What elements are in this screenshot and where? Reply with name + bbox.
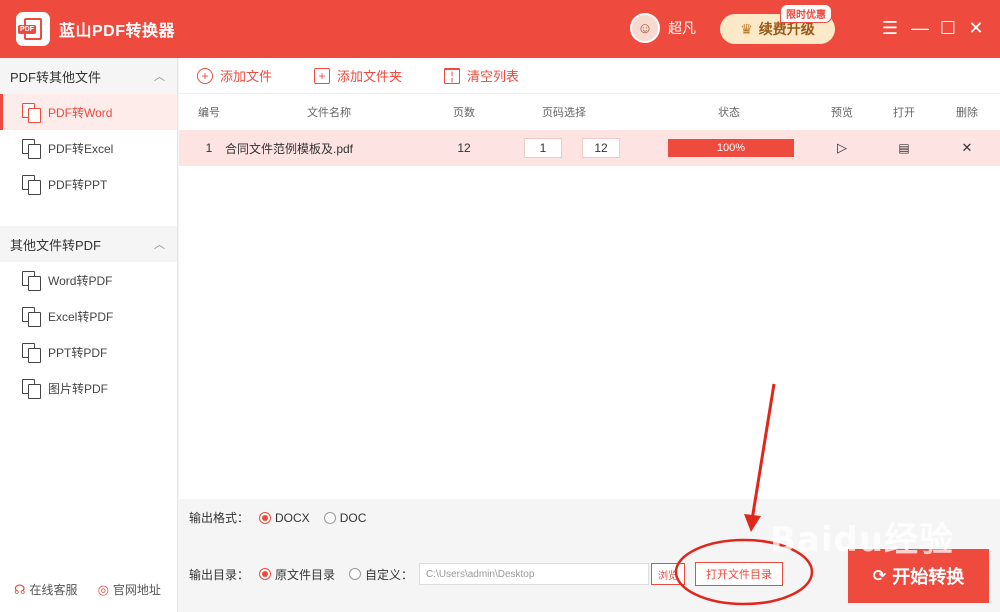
app-title: 蓝山PDF转换器 xyxy=(59,23,176,40)
website-link[interactable]: ◎ 官网地址 xyxy=(98,581,161,598)
output-dir-row: 输出目录： 原文件目录 自定义： 浏览 打开文件目录 xyxy=(189,562,784,586)
format-option-docx[interactable]: DOCX xyxy=(259,511,310,525)
close-icon[interactable]: ✕ xyxy=(966,18,986,38)
dir-option-original[interactable]: 原文件目录 xyxy=(259,566,335,583)
col-name: 文件名称 xyxy=(307,107,351,119)
add-folder-button[interactable]: + 添加文件夹 xyxy=(314,66,402,85)
col-no: 编号 xyxy=(198,107,220,119)
title-bar: PDF 蓝山PDF转换器 ☺ 超凡 ♛ 续费升级 限时优惠 ☰ — ☐ ✕ xyxy=(0,0,1000,58)
folder-plus-icon: + xyxy=(314,67,331,84)
row-pages: 12 xyxy=(457,141,471,155)
user-area[interactable]: ☺ 超凡 xyxy=(630,13,696,43)
sidebar-footer: ☊ 在线客服 ◎ 官网地址 xyxy=(14,581,161,598)
clear-list-button[interactable]: ¦ 清空列表 xyxy=(444,66,519,85)
table-header: 编号 文件名称 页数 页码选择 状态 预览 打开 删除 xyxy=(179,94,1000,130)
globe-icon: ◎ xyxy=(97,581,109,597)
output-dir-label: 输出目录： xyxy=(189,567,250,582)
delete-icon[interactable]: ✕ xyxy=(957,140,977,156)
col-pages: 页数 xyxy=(453,107,475,119)
promo-badge: 限时优惠 xyxy=(780,4,832,23)
progress-bar: 100% xyxy=(668,139,794,157)
dir-option-custom[interactable]: 自定义： xyxy=(349,566,413,583)
page-to-input[interactable]: 12 xyxy=(582,138,620,158)
convert-icon xyxy=(22,343,41,363)
sidebar-item-pdf-to-ppt[interactable]: PDF转PPT xyxy=(0,166,177,202)
app-logo-icon: PDF xyxy=(16,12,50,46)
file-table: 编号 文件名称 页数 页码选择 状态 预览 打开 删除 1 合同文件范例模板及.… xyxy=(179,94,1000,499)
plus-icon: + xyxy=(197,67,213,84)
progress-text: 100% xyxy=(716,142,746,154)
row-no: 1 xyxy=(205,141,213,155)
sidebar-item-excel-to-pdf[interactable]: Excel转PDF xyxy=(0,298,177,334)
sidebar-item-pdf-to-word[interactable]: PDF转Word xyxy=(0,94,177,130)
open-file-icon[interactable]: ▤ xyxy=(894,141,914,155)
refresh-icon: ⟳ xyxy=(872,568,887,585)
radio-icon xyxy=(259,511,272,524)
output-format-label: 输出格式： xyxy=(189,511,250,525)
page-from-input[interactable]: 1 xyxy=(524,138,562,158)
minimize-icon[interactable]: — xyxy=(910,18,930,38)
watermark: Baidu经验 xyxy=(770,520,955,560)
sidebar-item-image-to-pdf[interactable]: 图片转PDF xyxy=(0,370,177,406)
table-row[interactable]: 1 合同文件范例模板及.pdf 12 1 12 100% ▷ ▤ ✕ xyxy=(179,130,1000,166)
sidebar-item-word-to-pdf[interactable]: Word转PDF xyxy=(0,262,177,298)
convert-icon xyxy=(22,307,41,327)
username[interactable]: 超凡 xyxy=(668,18,696,38)
menu-icon[interactable]: ☰ xyxy=(880,18,900,38)
headset-icon: ☊ xyxy=(14,581,26,597)
chevron-up-icon: ︿ xyxy=(154,239,165,251)
sidebar-group-pdf-to-other[interactable]: PDF转其他文件 ︿ xyxy=(0,58,177,94)
radio-icon xyxy=(323,511,336,524)
col-status: 状态 xyxy=(718,107,740,119)
toolbar: + 添加文件 + 添加文件夹 ¦ 清空列表 xyxy=(179,58,1000,94)
chevron-up-icon: ︿ xyxy=(154,71,165,83)
convert-icon xyxy=(22,103,41,123)
play-icon[interactable]: ▷ xyxy=(832,140,852,156)
sidebar-group-other-to-pdf[interactable]: 其他文件转PDF ︿ xyxy=(0,226,177,262)
sidebar-item-ppt-to-pdf[interactable]: PPT转PDF xyxy=(0,334,177,370)
add-file-button[interactable]: + 添加文件 xyxy=(197,66,272,85)
convert-icon xyxy=(22,271,41,291)
convert-icon xyxy=(22,379,41,399)
convert-icon xyxy=(22,139,41,159)
radio-icon xyxy=(349,568,362,580)
browse-button[interactable]: 浏览 xyxy=(651,563,686,585)
col-range: 页码选择 xyxy=(542,107,586,119)
trash-icon: ¦ xyxy=(444,67,461,84)
radio-icon xyxy=(259,568,272,580)
format-option-doc[interactable]: DOC xyxy=(323,511,366,525)
maximize-icon[interactable]: ☐ xyxy=(938,18,958,38)
row-file-name: 合同文件范例模板及.pdf xyxy=(225,141,354,156)
online-support-link[interactable]: ☊ 在线客服 xyxy=(14,581,78,598)
output-path-input[interactable] xyxy=(419,563,650,585)
col-open: 打开 xyxy=(893,107,915,119)
crown-icon: ♛ xyxy=(740,20,753,37)
convert-icon xyxy=(22,175,41,195)
sidebar-item-pdf-to-excel[interactable]: PDF转Excel xyxy=(0,130,177,166)
sidebar: PDF转其他文件 ︿ PDF转Word PDF转Excel PDF转PPT 其他… xyxy=(0,58,178,612)
output-format-row: 输出格式： DOCX DOC xyxy=(189,509,366,526)
col-delete: 删除 xyxy=(956,107,978,119)
avatar[interactable]: ☺ xyxy=(630,13,660,43)
open-directory-button[interactable]: 打开文件目录 xyxy=(695,562,784,586)
col-preview: 预览 xyxy=(831,107,853,119)
